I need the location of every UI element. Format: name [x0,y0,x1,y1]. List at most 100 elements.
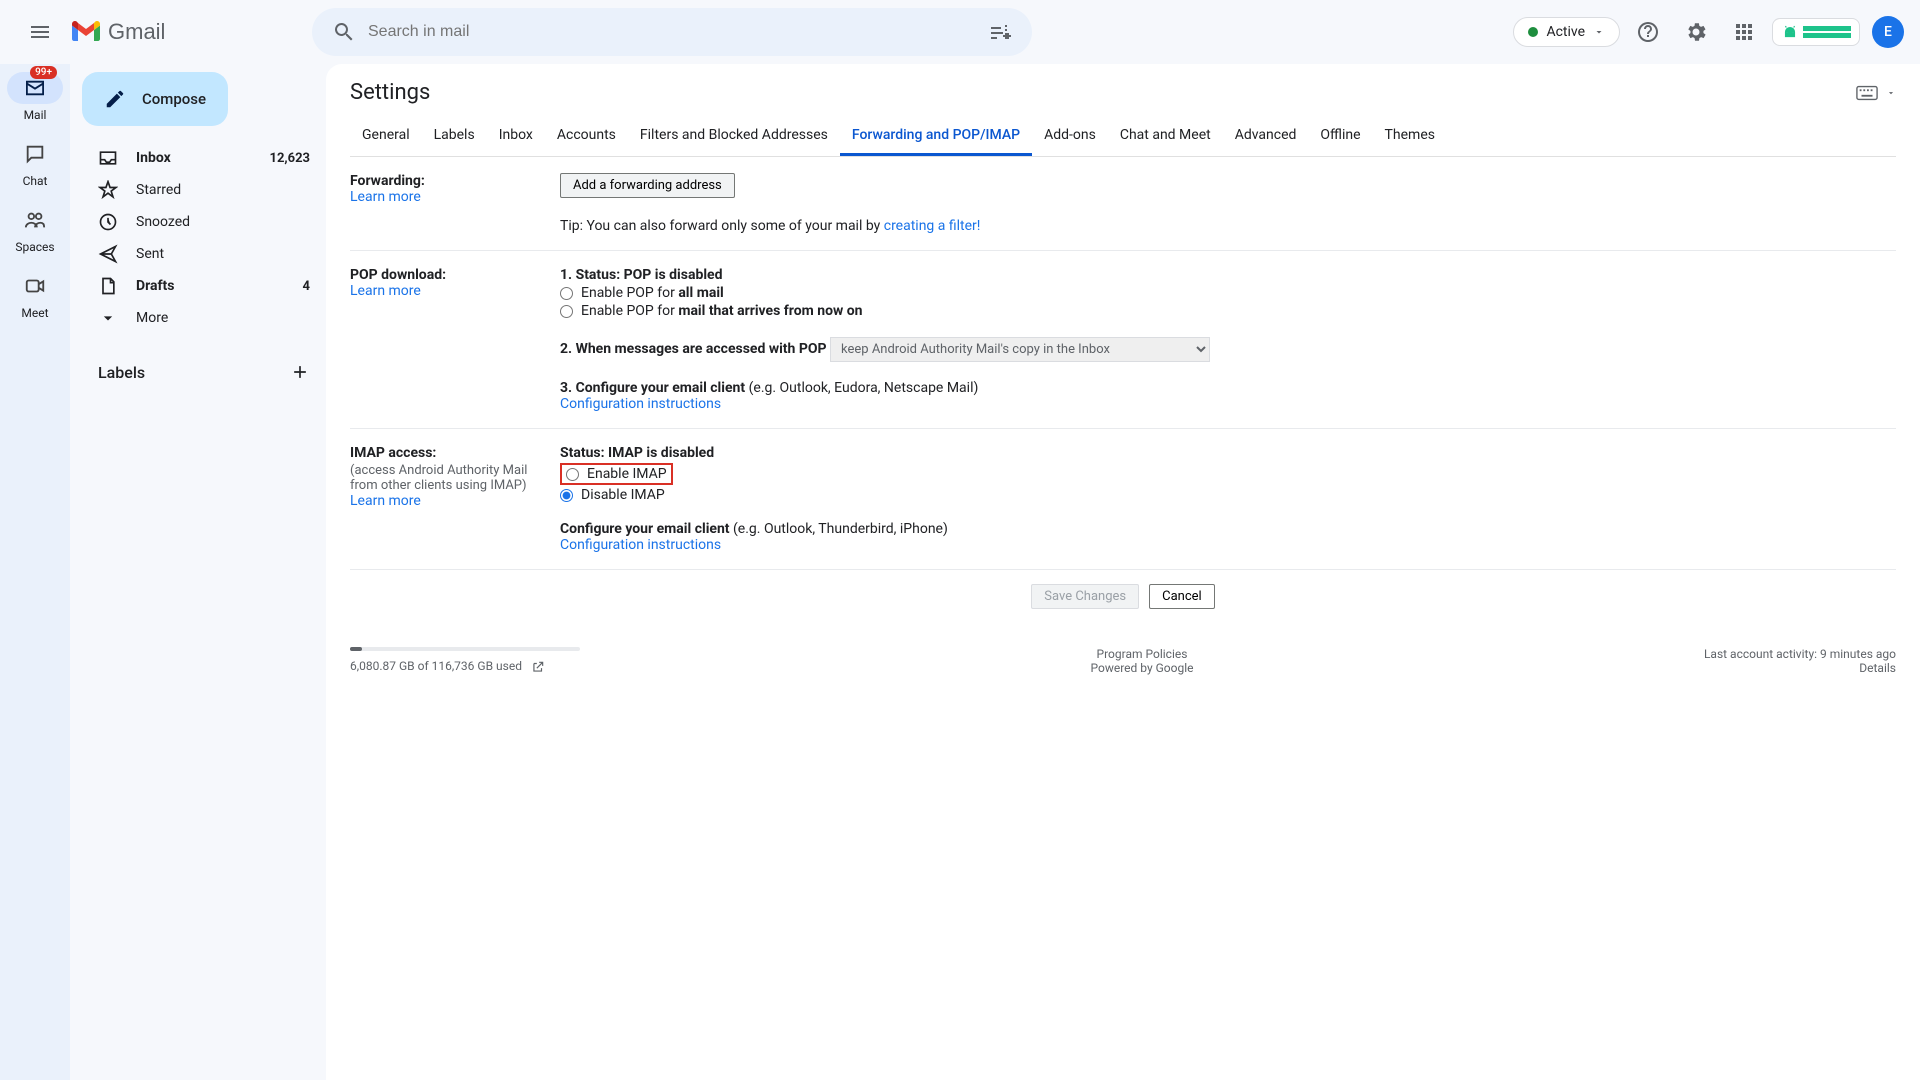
imap-hint: (access Android Authority Mail from othe… [350,463,548,493]
section-imap: IMAP access: (access Android Authority M… [350,429,1896,570]
forwarding-label: Forwarding: [350,173,548,189]
open-external-icon[interactable] [531,660,545,674]
tab-inbox[interactable]: Inbox [487,117,545,156]
settings-tabs: General Labels Inbox Accounts Filters an… [350,117,1896,157]
status-chip[interactable]: Active [1513,17,1620,47]
clock-icon [98,212,118,232]
star-icon [98,180,118,200]
chevron-down-icon [1886,88,1896,98]
section-pop: POP download: Learn more 1. Status: POP … [350,251,1896,429]
add-forwarding-address-button[interactable]: Add a forwarding address [560,173,735,198]
cancel-button[interactable]: Cancel [1149,584,1215,609]
tab-labels[interactable]: Labels [422,117,487,156]
rail-mail[interactable]: 99+ Mail [7,72,63,122]
tab-general[interactable]: General [350,117,422,156]
section-forwarding: Forwarding: Learn more Add a forwarding … [350,157,1896,251]
nav-snoozed[interactable]: Snoozed [78,206,326,238]
storage-bar [350,647,580,651]
inbox-icon [98,148,118,168]
gmail-m-icon [72,21,100,43]
nav-inbox[interactable]: Inbox 12,623 [78,142,326,174]
draft-icon [98,276,118,296]
storage-text: 6,080.87 GB of 116,736 GB used [350,659,522,673]
save-row: Save Changes Cancel [350,570,1896,623]
hamburger-icon [28,20,52,44]
rail-chat[interactable]: Chat [7,138,63,188]
tab-themes[interactable]: Themes [1373,117,1447,156]
nav-starred[interactable]: Starred [78,174,326,206]
settings-button[interactable] [1676,12,1716,52]
pencil-icon [104,88,126,110]
imap-config-link[interactable]: Configuration instructions [560,537,721,553]
create-filter-link[interactable]: creating a filter! [884,218,981,234]
labels-header: Labels [78,350,326,382]
meet-icon [24,275,46,297]
mail-icon [24,79,46,97]
send-icon [98,244,118,264]
imap-enable-radio[interactable] [566,468,579,481]
header-right: Active E [1513,12,1904,52]
pop-label: POP download: [350,267,548,283]
page-title: Settings [350,80,430,105]
pop-action-select[interactable]: keep Android Authority Mail's copy in th… [830,337,1210,362]
rail-meet[interactable]: Meet [7,270,63,320]
save-changes-button[interactable]: Save Changes [1031,584,1139,609]
apps-button[interactable] [1724,12,1764,52]
mail-badge: 99+ [30,66,57,79]
spaces-icon [24,209,46,231]
authority-text-icon [1803,24,1851,40]
chevron-down-icon [98,308,118,328]
header-bar: Gmail Active E [0,0,1920,64]
gmail-logo[interactable]: Gmail [72,19,272,45]
active-dot-icon [1528,27,1538,37]
search-options-icon[interactable] [976,8,1024,56]
gear-icon [1684,20,1708,44]
workspace-badge[interactable] [1772,18,1860,46]
tab-forwarding-pop-imap[interactable]: Forwarding and POP/IMAP [840,117,1032,156]
program-policies-link[interactable]: Program Policies [1097,647,1188,661]
search-icon[interactable] [320,8,368,56]
tab-offline[interactable]: Offline [1308,117,1372,156]
pop-enable-all-radio[interactable]: Enable POP for all mail [560,285,1896,301]
rail-spaces[interactable]: Spaces [7,204,63,254]
forwarding-learn-more-link[interactable]: Learn more [350,189,421,205]
chevron-down-icon [1593,26,1605,38]
status-label: Active [1546,24,1585,40]
add-label-button[interactable] [290,362,310,382]
pop-learn-more-link[interactable]: Learn more [350,283,421,299]
tab-accounts[interactable]: Accounts [545,117,628,156]
tab-advanced[interactable]: Advanced [1223,117,1309,156]
search-bar[interactable] [312,8,1032,56]
input-tools-button[interactable] [1856,85,1896,101]
chat-icon [24,143,46,165]
apps-grid-icon [1732,20,1756,44]
plus-icon [290,362,310,382]
imap-disable-radio-row[interactable]: Disable IMAP [560,487,1896,503]
powered-by: Powered by Google [1090,661,1193,675]
keyboard-icon [1856,85,1878,101]
last-activity: Last account activity: 9 minutes ago [1704,647,1896,661]
details-link[interactable]: Details [1859,661,1896,675]
pop-config-link[interactable]: Configuration instructions [560,396,721,412]
help-button[interactable] [1628,12,1668,52]
pop-enable-new-radio[interactable]: Enable POP for mail that arrives from no… [560,303,1896,319]
enable-imap-highlight: Enable IMAP [560,463,673,485]
main-menu-button[interactable] [16,8,64,56]
settings-content: Settings General Labels Inbox Accounts F… [326,64,1920,1080]
android-icon [1781,23,1799,41]
account-avatar[interactable]: E [1872,16,1904,48]
nav-more[interactable]: More [78,302,326,334]
compose-button[interactable]: Compose [82,72,228,126]
search-input[interactable] [368,23,976,41]
nav-drafts[interactable]: Drafts 4 [78,270,326,302]
tab-addons[interactable]: Add-ons [1032,117,1108,156]
imap-learn-more-link[interactable]: Learn more [350,493,421,509]
sidebar: Compose Inbox 12,623 Starred Snoozed Sen… [70,64,326,1080]
imap-disable-radio[interactable] [560,489,573,502]
help-icon [1636,20,1660,44]
footer: 6,080.87 GB of 116,736 GB used Program P… [350,647,1896,675]
tab-filters[interactable]: Filters and Blocked Addresses [628,117,840,156]
nav-sent[interactable]: Sent [78,238,326,270]
tab-chat-meet[interactable]: Chat and Meet [1108,117,1223,156]
gmail-text: Gmail [108,19,165,45]
